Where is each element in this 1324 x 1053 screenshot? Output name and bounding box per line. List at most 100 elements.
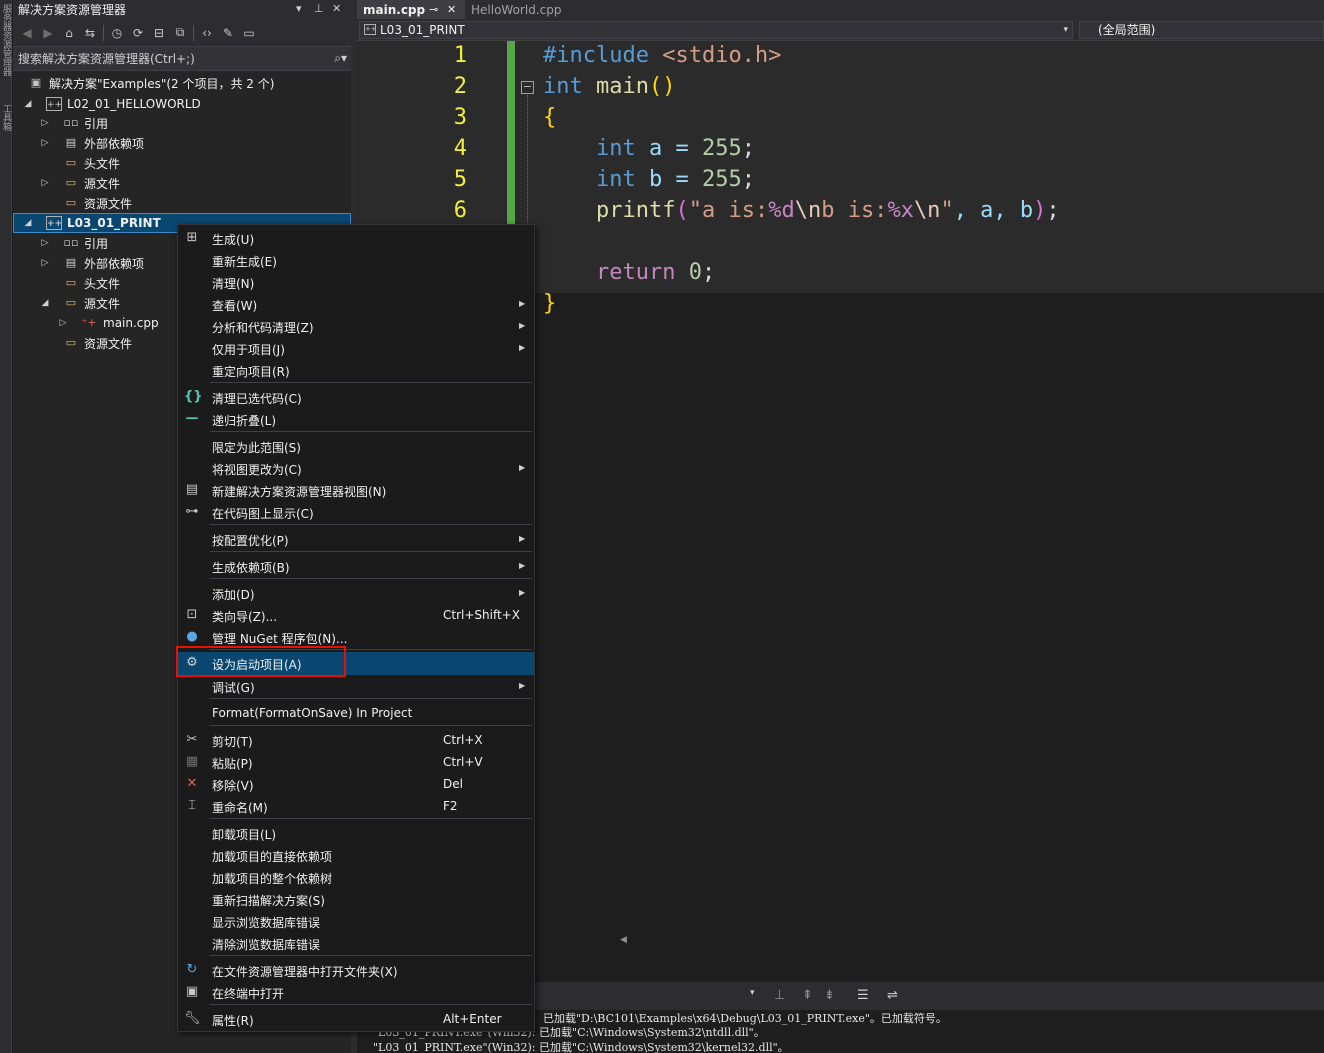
code-token: "a is:: [688, 198, 769, 223]
clear-all-icon[interactable]: ☰: [857, 988, 869, 1003]
tree-item-resource-files[interactable]: ▭ 资源文件: [13, 193, 351, 213]
menu-item-retarget[interactable]: 重定向项目(R): [178, 359, 534, 381]
menu-item-build-dependencies[interactable]: 生成依赖项(B) ▶: [178, 555, 534, 577]
previous-message-icon[interactable]: ⇞: [802, 988, 813, 1003]
menu-item-collapse-recursive[interactable]: — 递归折叠(L): [178, 408, 534, 430]
line-number: 6: [453, 198, 467, 223]
collapse-arrow-icon[interactable]: ▷: [40, 258, 50, 268]
menu-item-cleanup-selected[interactable]: {} 清理已选代码(C): [178, 386, 534, 408]
tree-item-solution[interactable]: ▣ 解决方案"Examples"(2 个项目，共 2 个): [13, 73, 351, 93]
menu-item-change-view[interactable]: 将视图更改为(C) ▶: [178, 457, 534, 479]
find-message-icon[interactable]: ⊥: [774, 988, 785, 1003]
word-wrap-icon[interactable]: ⇌: [887, 988, 898, 1003]
menu-item-load-direct-deps[interactable]: 加载项目的直接依赖项: [178, 844, 534, 866]
search-input[interactable]: 搜索解决方案资源管理器(Ctrl+;): [18, 50, 195, 67]
menu-item-unload-project[interactable]: 卸载项目(L): [178, 822, 534, 844]
expand-arrow-icon[interactable]: ◢: [40, 298, 50, 308]
search-icon[interactable]: ⌕▾: [334, 51, 347, 66]
menu-item-view[interactable]: 查看(W) ▶: [178, 293, 534, 315]
collapse-arrow-icon[interactable]: ▷: [40, 178, 50, 188]
server-explorer-tab[interactable]: 服务器资源管理器: [1, 4, 11, 76]
tree-item-references[interactable]: ▷ ▫▫ 引用: [13, 113, 351, 133]
view-code-icon[interactable]: ‹›: [199, 25, 215, 41]
code-token: %x: [887, 198, 914, 223]
pending-changes-filter-icon[interactable]: ◷: [109, 25, 125, 41]
menu-item-analyze[interactable]: 分析和代码清理(Z) ▶: [178, 315, 534, 337]
menu-item-rename[interactable]: ⌶ 重命名(M) F2: [178, 795, 534, 817]
menu-item-class-wizard[interactable]: ⊡ 类向导(Z)... Ctrl+Shift+X: [178, 604, 534, 626]
project-dropdown-value: L03_01_PRINT: [380, 23, 465, 37]
close-icon[interactable]: ✕: [447, 3, 456, 16]
menu-item-rebuild[interactable]: 重新生成(E): [178, 249, 534, 271]
menu-item-show-on-code-map[interactable]: ⊶ 在代码图上显示(C): [178, 501, 534, 523]
project-icon: ++: [364, 24, 377, 35]
collapse-arrow-icon[interactable]: ▷: [40, 138, 50, 148]
menu-item-rescan-solution[interactable]: 重新扫描解决方案(S): [178, 888, 534, 910]
tree-item-label: 头文件: [84, 156, 121, 171]
collapse-all-icon[interactable]: ⊟: [151, 25, 167, 41]
scope-dropdown[interactable]: (全局范围): [1079, 21, 1324, 39]
menu-item-shortcut: Ctrl+V: [443, 755, 483, 769]
pin-icon[interactable]: ⊸: [429, 3, 438, 16]
menu-item-new-view[interactable]: ▤ 新建解决方案资源管理器视图(N): [178, 479, 534, 501]
cpp-file-icon: ⁺+: [81, 316, 97, 329]
menu-item-paste[interactable]: ▦ 粘贴(P) Ctrl+V: [178, 751, 534, 773]
tree-item-header-files[interactable]: ▭ 头文件: [13, 153, 351, 173]
pin-icon[interactable]: ⊥: [314, 2, 324, 15]
sync-icon[interactable]: ⟳: [130, 25, 146, 41]
properties-wrench-icon[interactable]: ✎: [220, 25, 236, 41]
expand-arrow-icon[interactable]: ◢: [23, 99, 33, 109]
wrench-icon: 🔧︎: [184, 1011, 201, 1026]
menu-item-add[interactable]: 添加(D) ▶: [178, 582, 534, 604]
tab-main-cpp[interactable]: main.cpp ⊸ ✕: [357, 0, 465, 19]
scroll-left-icon[interactable]: ◀: [620, 935, 627, 945]
home-icon[interactable]: ⌂: [61, 25, 77, 41]
menu-item-scope-to-this[interactable]: 限定为此范围(S): [178, 435, 534, 457]
menu-item-project-only[interactable]: 仅用于项目(J) ▶: [178, 337, 534, 359]
menu-item-remove[interactable]: ✕ 移除(V) Del: [178, 773, 534, 795]
menu-item-open-in-explorer[interactable]: ↻ 在文件资源管理器中打开文件夹(X): [178, 959, 534, 981]
chevron-down-icon[interactable]: ▾: [1063, 22, 1068, 38]
back-icon[interactable]: ◀: [19, 25, 35, 41]
collapse-arrow-icon[interactable]: ▷: [40, 238, 50, 248]
chevron-down-icon[interactable]: ▾: [750, 988, 755, 998]
code-line-4: int a = 255;: [543, 136, 755, 161]
project-dropdown[interactable]: ++ L03_01_PRINT ▾: [359, 21, 1073, 39]
collapse-arrow-icon[interactable]: ▷: [40, 118, 50, 128]
menu-item-cut[interactable]: ✂ 剪切(T) Ctrl+X: [178, 729, 534, 751]
preview-selected-items-icon[interactable]: ▭: [241, 25, 257, 41]
menu-item-nuget[interactable]: ● 管理 NuGet 程序包(N)...: [178, 626, 534, 648]
menu-item-pgo[interactable]: 按配置优化(P) ▶: [178, 528, 534, 550]
menu-item-format-on-save[interactable]: Format(FormatOnSave) In Project: [178, 702, 534, 724]
folder-icon: ▭: [65, 296, 77, 309]
forward-icon[interactable]: ▶: [40, 25, 56, 41]
window-options-dropdown-icon[interactable]: ▾: [296, 2, 302, 15]
menu-item-shortcut: Ctrl+Shift+X: [443, 608, 520, 622]
menu-item-properties[interactable]: 🔧︎ 属性(R) Alt+Enter: [178, 1008, 534, 1030]
switch-views-icon[interactable]: ⇆: [82, 25, 98, 41]
line-number: 1: [453, 43, 467, 68]
code-map-icon: ⊶: [185, 504, 199, 519]
menu-item-debug[interactable]: 调试(G) ▶: [178, 675, 534, 697]
toolbox-tab[interactable]: 工具箱: [1, 104, 11, 131]
close-icon[interactable]: ✕: [332, 2, 341, 15]
solution-explorer-search[interactable]: 搜索解决方案资源管理器(Ctrl+;) ⌕▾: [13, 47, 351, 71]
tab-helloworld-cpp[interactable]: HelloWorld.cpp: [465, 0, 575, 19]
menu-item-clean[interactable]: 清理(N): [178, 271, 534, 293]
menu-item-open-in-terminal[interactable]: ▣ 在终端中打开: [178, 981, 534, 1003]
tree-item-source-files[interactable]: ▷ ▭ 源文件: [13, 173, 351, 193]
collapse-arrow-icon[interactable]: ▷: [58, 318, 68, 328]
expand-arrow-icon[interactable]: ◢: [23, 218, 33, 228]
menu-item-clear-browse-db-errors[interactable]: 清除浏览数据库错误: [178, 932, 534, 954]
next-message-icon[interactable]: ⇟: [824, 988, 835, 1003]
menu-item-load-dep-tree[interactable]: 加载项目的整个依赖树: [178, 866, 534, 888]
tree-item-external-deps[interactable]: ▷ ▤ 外部依赖项: [13, 133, 351, 153]
collapse-icon[interactable]: −: [521, 81, 534, 94]
tree-item-project-helloworld[interactable]: ◢ ++ L02_01_HELLOWORLD: [13, 94, 351, 114]
submenu-arrow-icon: ▶: [519, 588, 526, 597]
rename-icon: ⌶: [188, 798, 196, 813]
menu-item-show-browse-db-errors[interactable]: 显示浏览数据库错误: [178, 910, 534, 932]
menu-item-build[interactable]: ⊞ 生成(U): [178, 227, 534, 249]
show-all-files-icon[interactable]: ⧉: [172, 25, 188, 41]
tree-item-label: 源文件: [84, 296, 121, 311]
